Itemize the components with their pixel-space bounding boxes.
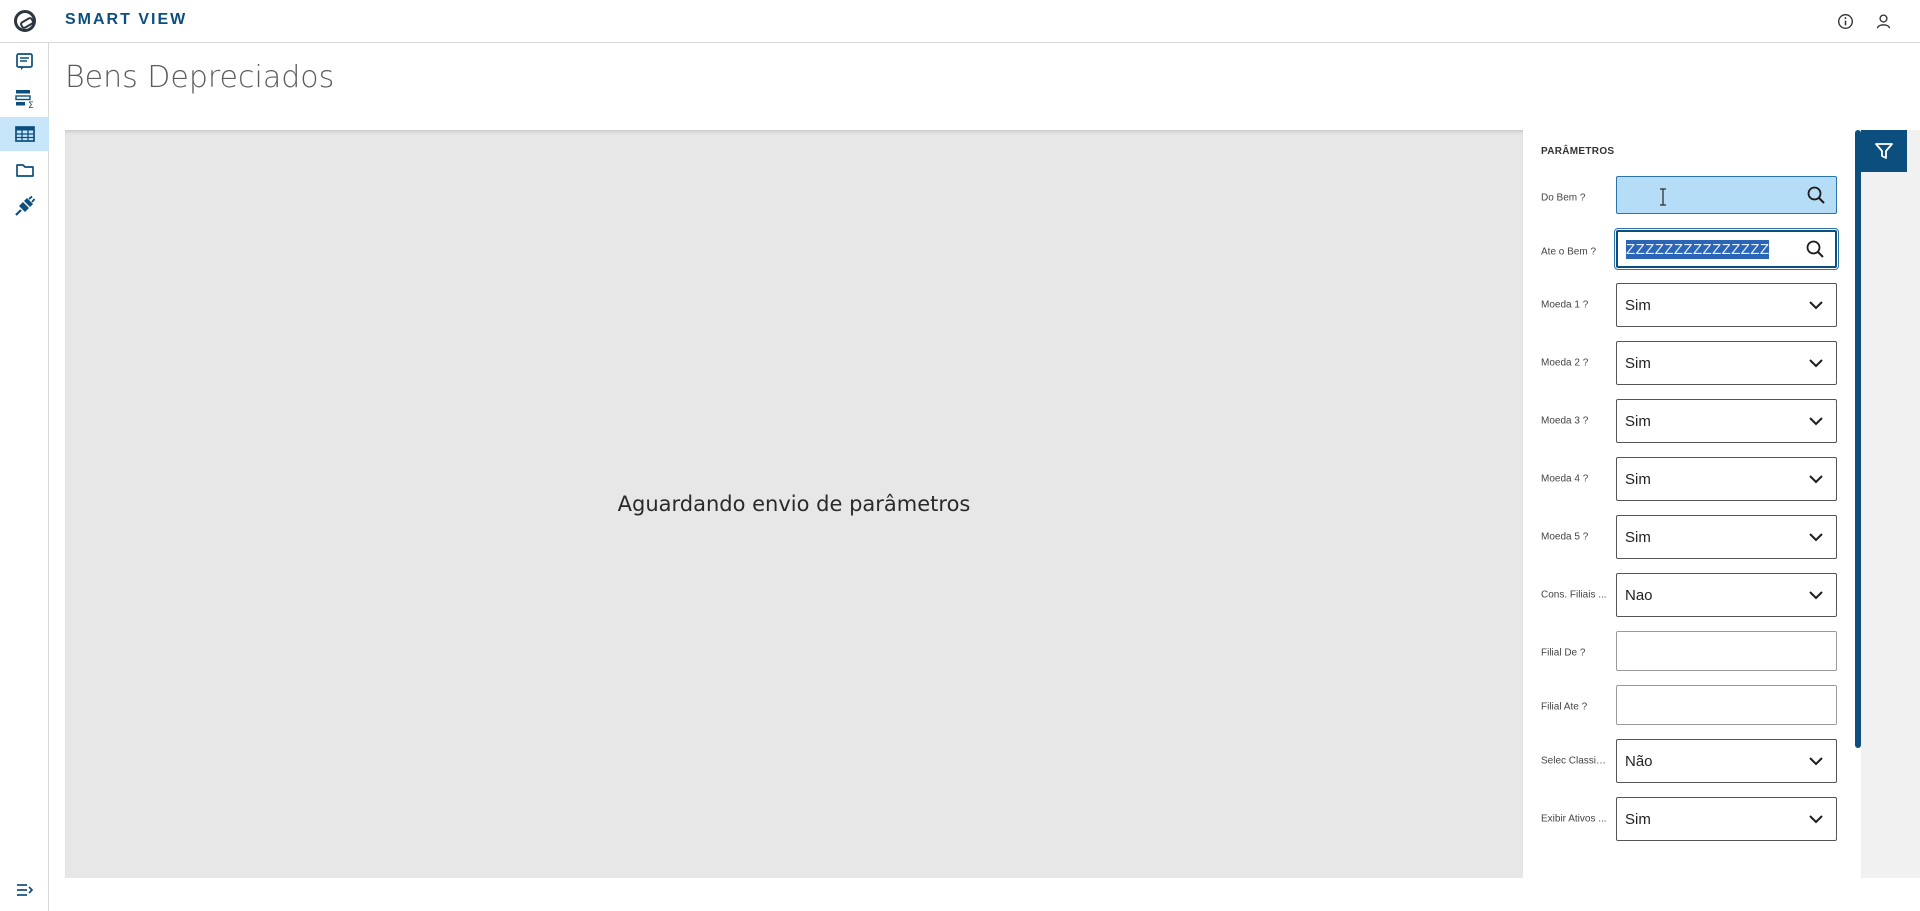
sidebar-item-reports[interactable] [0,45,49,79]
sidebar: Σ [0,43,49,911]
page-title: Bens Depreciados [65,60,335,95]
filial-de-input[interactable] [1616,631,1837,671]
text-cursor-icon [1660,188,1666,206]
param-value: ZZZZZZZZZZZZZZZ [1626,239,1770,259]
search-icon[interactable] [1805,239,1825,259]
data-view-icon: Σ [14,90,34,109]
chevron-down-icon [1806,585,1826,605]
param-value: Sim [1625,810,1651,828]
moeda-1-select[interactable]: Sim [1616,283,1837,327]
param-value: Sim [1625,354,1651,372]
table-icon [14,126,35,142]
param-row-do-bem: Do Bem ? [1541,176,1851,220]
sidebar-item-integrations[interactable] [0,189,49,223]
ate-o-bem-input[interactable]: ZZZZZZZZZZZZZZZ [1614,228,1839,270]
totvs-logo-icon[interactable] [14,10,36,32]
param-label: Moeda 4 ? [1541,473,1589,485]
chevron-down-icon [1806,809,1826,829]
chevron-down-icon [1806,411,1826,431]
chevron-down-icon [1806,469,1826,489]
param-row-ate-o-bem: Ate o Bem ? ZZZZZZZZZZZZZZZ [1541,228,1851,274]
result-message: Aguardando envio de parâmetros [617,492,971,516]
result-area: Aguardando envio de parâmetros [65,130,1523,878]
parameters-panel: PARÂMETROS Do Bem ? Ate o Bem ? ZZZZZZZZ… [1523,130,1855,878]
param-row-filial-de: Filial De ? [1541,631,1851,675]
sidebar-item-data-views[interactable]: Σ [0,81,49,115]
chevron-down-icon [1806,751,1826,771]
param-row-moeda-2: Moeda 2 ? Sim [1541,341,1851,385]
param-row-moeda-1: Moeda 1 ? Sim [1541,283,1851,327]
param-row-cons-filiais: Cons. Filiais ... Nao [1541,573,1851,617]
app-title: SMART VIEW [65,11,188,28]
param-label: Exibir Ativos ... [1541,813,1607,825]
param-row-selec-classif: Selec Classif ... Não [1541,739,1851,783]
user-icon[interactable] [1874,12,1892,30]
filial-ate-input[interactable] [1616,685,1837,725]
moeda-5-select[interactable]: Sim [1616,515,1837,559]
right-rail [1861,130,1920,878]
exibir-ativos-select[interactable]: Sim [1616,797,1837,841]
selec-classif-select[interactable]: Não [1616,739,1837,783]
folder-icon [15,164,34,177]
param-label: Moeda 3 ? [1541,415,1589,427]
param-label: Filial Ate ? [1541,701,1588,713]
report-icon [15,53,33,70]
param-label: Cons. Filiais ... [1541,589,1607,601]
param-label: Selec Classif ... [1541,755,1607,767]
cons-filiais-select[interactable]: Nao [1616,573,1837,617]
param-label: Moeda 2 ? [1541,357,1589,369]
param-row-exibir-ativos: Exibir Ativos ... Sim [1541,797,1851,841]
param-value: Sim [1625,412,1651,430]
expand-menu-icon [16,884,33,896]
do-bem-input[interactable] [1616,176,1837,214]
param-row-filial-ate: Filial Ate ? [1541,685,1851,729]
sidebar-item-tables[interactable] [0,117,49,151]
chevron-down-icon [1806,353,1826,373]
param-value: Sim [1625,470,1651,488]
chevron-down-icon [1806,527,1826,547]
param-value: Sim [1625,296,1651,314]
param-row-moeda-5: Moeda 5 ? Sim [1541,515,1851,559]
param-value: Não [1625,752,1653,770]
svg-text:Σ: Σ [28,101,34,109]
moeda-3-select[interactable]: Sim [1616,399,1837,443]
top-bar: SMART VIEW [0,0,1920,43]
filter-icon [1875,143,1893,159]
param-value: Nao [1625,586,1653,604]
param-row-moeda-3: Moeda 3 ? Sim [1541,399,1851,443]
param-label: Ate o Bem ? [1541,246,1597,258]
param-label: Moeda 1 ? [1541,299,1589,311]
info-icon[interactable] [1836,12,1854,30]
parameters-header: PARÂMETROS [1541,146,1615,157]
param-row-moeda-4: Moeda 4 ? Sim [1541,457,1851,501]
search-icon[interactable] [1806,185,1826,205]
chevron-down-icon [1806,295,1826,315]
param-label: Moeda 5 ? [1541,531,1589,543]
moeda-4-select[interactable]: Sim [1616,457,1837,501]
sidebar-item-folders[interactable] [0,153,49,187]
param-label: Do Bem ? [1541,192,1586,204]
plug-icon [14,195,35,216]
filter-toggle-button[interactable] [1861,130,1907,172]
sidebar-expand-button[interactable] [0,873,49,907]
param-label: Filial De ? [1541,647,1586,659]
moeda-2-select[interactable]: Sim [1616,341,1837,385]
param-value: Sim [1625,528,1651,546]
